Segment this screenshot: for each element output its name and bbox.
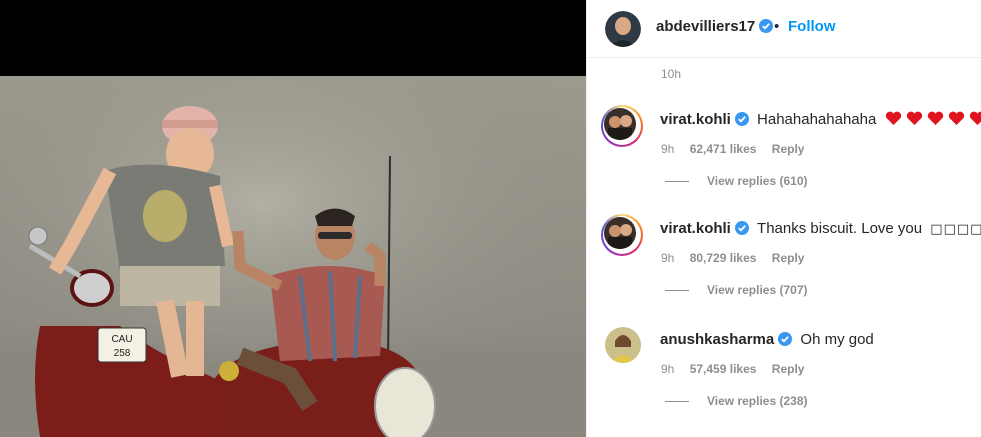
commenter-avatar-image (604, 217, 636, 249)
author-avatar[interactable] (605, 11, 641, 47)
follow-button[interactable]: Follow (788, 18, 836, 35)
comment-text: Hahahahahahaha (757, 111, 877, 128)
comment-username[interactable]: anushkasharma (660, 331, 774, 348)
comment-text: Oh my god (800, 331, 874, 348)
author-username-text[interactable]: abdevilliers17 (656, 18, 755, 35)
reply-button[interactable]: Reply (772, 142, 805, 156)
verified-badge-icon (734, 221, 749, 235)
story-ring[interactable] (601, 105, 643, 147)
post-photo: CAU 258 (0, 0, 586, 437)
comment-line: virat.kohli Thanks biscuit. Love you □□□… (660, 220, 981, 237)
comment-text: Thanks biscuit. Love you (757, 220, 923, 237)
comment-likes[interactable]: 57,459 likes (690, 362, 757, 376)
heart-emoji-icon (948, 111, 964, 125)
emoji-placeholder-glyphs: □□□□ (930, 222, 981, 237)
heart-emoji-icon (906, 111, 922, 125)
view-replies-button[interactable]: View replies (610) (665, 174, 808, 188)
comment-username[interactable]: virat.kohli (660, 220, 731, 237)
view-replies-label[interactable]: View replies (238) (707, 394, 808, 408)
comment-line: virat.kohli Hahahahahahaha (660, 111, 981, 128)
svg-text:CAU: CAU (111, 334, 132, 345)
view-replies-label[interactable]: View replies (610) (707, 174, 808, 188)
author-avatar-image (605, 11, 641, 47)
caption-timestamp: 10h (661, 67, 682, 81)
photo-top-letterbox (0, 0, 586, 76)
verified-badge-icon (778, 332, 793, 346)
heart-emoji-icon (969, 111, 981, 125)
comment-line: anushkasharma Oh my god (660, 331, 874, 348)
commenter-avatar-image (605, 327, 641, 363)
commenter-avatar[interactable] (604, 108, 636, 140)
author-username[interactable]: abdevilliers17 (656, 18, 774, 35)
post-header: abdevilliers17 • Follow (587, 0, 981, 58)
svg-text:258: 258 (114, 348, 131, 359)
view-replies-button[interactable]: View replies (707) (665, 283, 808, 297)
verified-badge-icon (759, 19, 774, 33)
replies-dash (665, 290, 689, 292)
commenter-avatar[interactable] (605, 327, 641, 363)
heart-emoji-icon (927, 111, 943, 125)
reply-button[interactable]: Reply (772, 251, 805, 265)
commenter-avatar-image (604, 108, 636, 140)
view-replies-label[interactable]: View replies (707) (707, 283, 808, 297)
verified-badge-icon (734, 112, 749, 126)
separator-dot: • (774, 18, 780, 35)
comment-meta: 9h 80,729 likes Reply (661, 251, 816, 265)
comment-time: 9h (661, 362, 675, 376)
commenter-avatar[interactable] (604, 217, 636, 249)
comment-item: virat.kohli Hahahahahahaha 9h 62,471 lik… (587, 105, 981, 215)
photo-illustration: CAU 258 (0, 76, 586, 437)
story-ring[interactable] (601, 214, 643, 256)
reply-button[interactable]: Reply (772, 362, 805, 376)
replies-dash (665, 181, 689, 183)
comment-meta: 9h 62,471 likes Reply (661, 142, 816, 156)
view-replies-button[interactable]: View replies (238) (665, 394, 808, 408)
replies-dash (665, 401, 689, 403)
post-comments-panel: abdevilliers17 • Follow 10h virat.kohli … (586, 0, 981, 437)
comment-username[interactable]: virat.kohli (660, 111, 731, 128)
comment-likes[interactable]: 62,471 likes (690, 142, 757, 156)
comment-time: 9h (661, 251, 675, 265)
heart-emoji-group (881, 111, 981, 128)
heart-emoji-icon (885, 111, 901, 125)
comment-item: virat.kohli Thanks biscuit. Love you □□□… (587, 214, 981, 324)
comment-meta: 9h 57,459 likes Reply (661, 362, 816, 376)
comment-time: 9h (661, 142, 675, 156)
comment-likes[interactable]: 80,729 likes (690, 251, 757, 265)
comment-item: anushkasharma Oh my god 9h 57,459 likes … (587, 327, 981, 435)
